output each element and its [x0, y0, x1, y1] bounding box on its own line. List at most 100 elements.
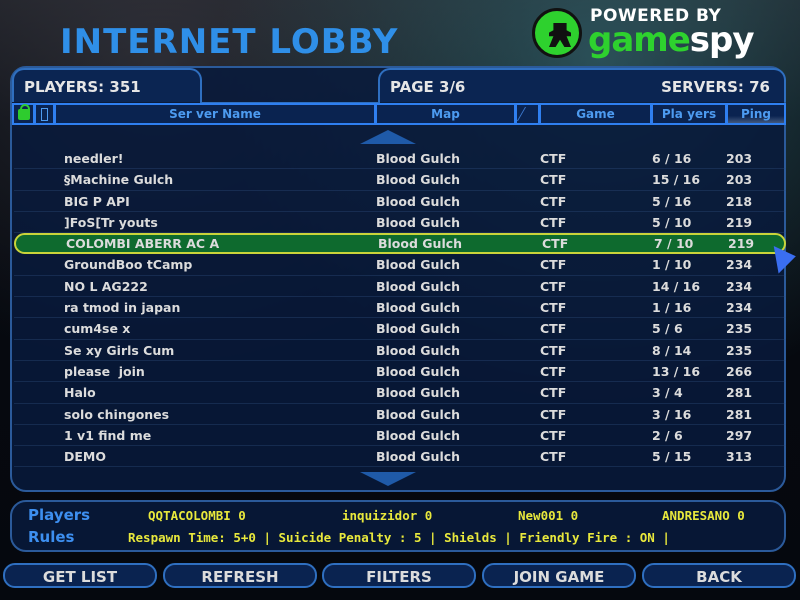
- join-game-button[interactable]: JOIN GAME: [482, 563, 636, 588]
- column-server-name[interactable]: Ser ver Name: [56, 105, 377, 123]
- back-button[interactable]: BACK: [642, 563, 796, 588]
- player-entry: New001 0: [518, 508, 579, 523]
- server-row[interactable]: NO L AG222 Blood Gulch CTF 14 / 16 234: [14, 276, 786, 298]
- slash-icon: [516, 107, 539, 121]
- server-ping: 234: [726, 257, 753, 273]
- refresh-button[interactable]: REFRESH: [163, 563, 317, 588]
- server-ping: 235: [726, 321, 753, 337]
- server-game: CTF: [540, 321, 567, 337]
- server-ping: 281: [726, 406, 753, 422]
- server-map: Blood Gulch: [378, 236, 463, 252]
- server-name: GroundBoo tCamp: [64, 257, 193, 273]
- server-map: Blood Gulch: [376, 385, 461, 401]
- filters-button[interactable]: FILTERS: [322, 563, 476, 588]
- server-map: Blood Gulch: [376, 363, 461, 379]
- server-game: CTF: [542, 236, 569, 252]
- page-indicator-bar: PAGE 3/6 SERVERS: 76: [378, 68, 786, 102]
- server-players: 5 / 6: [652, 321, 683, 337]
- server-row[interactable]: cum4se x Blood Gulch CTF 5 / 6 235: [14, 318, 786, 340]
- server-players: 3 / 4: [652, 385, 683, 401]
- column-ping[interactable]: Ping: [728, 105, 784, 123]
- server-ping: 219: [728, 236, 755, 252]
- server-name: ra tmod in japan: [64, 300, 181, 316]
- server-row[interactable]: BIG P API Blood Gulch CTF 5 / 16 218: [14, 191, 786, 212]
- server-game: CTF: [540, 257, 567, 273]
- server-row[interactable]: Se xy Girls Cum Blood Gulch CTF 8 / 14 235: [14, 340, 786, 361]
- server-info-panel: Players Rules QQTACOLOMBI 0 inquizidor 0…: [10, 500, 786, 552]
- server-map: Blood Gulch: [376, 193, 461, 209]
- server-row[interactable]: needler! Blood Gulch CTF 6 / 16 203: [14, 148, 786, 170]
- gamespy-logo-icon: [532, 8, 582, 58]
- server-map: Blood Gulch: [376, 172, 461, 188]
- server-ping: 235: [726, 342, 753, 358]
- server-players: 8 / 14: [652, 342, 692, 358]
- server-game: CTF: [540, 406, 567, 422]
- server-map: Blood Gulch: [376, 278, 461, 294]
- server-row-selected[interactable]: COLOMBI ABERR AC A Blood Gulch CTF 7 / 10 21…: [14, 233, 786, 255]
- rules-text: Respawn Time: 5+0 | Suicide Penalty : 5 …: [128, 530, 670, 545]
- column-headers: Ser ver Name Map Game Pla yers Ping: [12, 103, 786, 125]
- server-ping: 203: [726, 151, 753, 166]
- column-map[interactable]: Map: [377, 105, 517, 123]
- server-players: 15 / 16: [652, 172, 701, 188]
- server-game: CTF: [540, 193, 567, 209]
- column-players[interactable]: Pla yers: [653, 105, 728, 123]
- server-row[interactable]: ]FoS[Tr youts Blood Gulch CTF 5 / 10 219: [14, 212, 786, 234]
- column-game[interactable]: Game: [541, 105, 653, 123]
- server-map: Blood Gulch: [376, 449, 461, 465]
- server-row[interactable]: ra tmod in japan Blood Gulch CTF 1 / 16 234: [14, 297, 786, 319]
- server-ping: 219: [726, 214, 753, 230]
- server-game: CTF: [540, 385, 567, 401]
- scroll-up-arrow[interactable]: [360, 130, 416, 144]
- server-row[interactable]: 1 v1 find me Blood Gulch CTF 2 / 6 297: [14, 425, 786, 447]
- server-players: 5 / 10: [652, 214, 692, 230]
- phone-icon: [41, 107, 48, 121]
- page-indicator: PAGE 3/6: [390, 78, 466, 96]
- server-players: 14 / 16: [652, 278, 701, 294]
- server-map: Blood Gulch: [376, 321, 461, 337]
- server-name: §Machine Gulch: [64, 172, 174, 188]
- server-name: NO L AG222: [64, 278, 148, 294]
- server-name: solo chingones: [64, 406, 170, 422]
- server-players: 2 / 6: [652, 427, 683, 443]
- get-list-button[interactable]: GET LIST: [3, 563, 157, 588]
- server-players: 1 / 16: [652, 300, 692, 316]
- players-count: PLAYERS: 351: [12, 68, 202, 102]
- server-game: CTF: [540, 449, 567, 465]
- server-players: 3 / 16: [652, 406, 692, 422]
- server-ping: 266: [726, 363, 753, 379]
- server-game: CTF: [540, 151, 567, 166]
- column-dedicated[interactable]: [36, 105, 56, 123]
- column-lock[interactable]: [14, 103, 36, 123]
- server-ping: 281: [726, 385, 753, 401]
- server-name: ]FoS[Tr youts: [64, 214, 158, 230]
- scroll-down-arrow[interactable]: [360, 472, 416, 486]
- server-row[interactable]: GroundBoo tCamp Blood Gulch CTF 1 / 10 234: [14, 254, 786, 276]
- server-name: please join: [64, 363, 145, 379]
- page-title: INTERNET LOBBY: [60, 22, 399, 62]
- server-name: 1 v1 find me: [64, 427, 152, 443]
- server-game: CTF: [540, 300, 567, 316]
- server-ping: 234: [726, 278, 753, 294]
- server-game: CTF: [540, 427, 567, 443]
- server-row[interactable]: solo chingones Blood Gulch CTF 3 / 16 281: [14, 404, 786, 425]
- server-players: 13 / 16: [652, 363, 701, 379]
- server-list: needler! Blood Gulch CTF 6 / 16 203 §Machine …: [14, 148, 786, 468]
- server-row[interactable]: Halo Blood Gulch CTF 3 / 4 281: [14, 382, 786, 404]
- player-entry: inquizidor 0: [342, 508, 433, 523]
- server-row[interactable]: please join Blood Gulch CTF 13 / 16 266: [14, 361, 786, 383]
- gamespy-logo: POWERED BY gamespy: [530, 6, 770, 60]
- server-ping: 234: [726, 300, 753, 316]
- servers-count: SERVERS: 76: [661, 78, 770, 96]
- server-players: 5 / 16: [652, 193, 692, 209]
- server-row[interactable]: §Machine Gulch Blood Gulch CTF 15 / 16 203: [14, 169, 786, 191]
- column-mod[interactable]: [516, 105, 541, 123]
- server-players: 1 / 10: [652, 257, 692, 273]
- rules-label: Rules: [28, 528, 75, 546]
- server-row[interactable]: DEMO Blood Gulch CTF 5 / 15 313: [14, 446, 786, 468]
- server-game: CTF: [540, 363, 567, 379]
- player-entry: ANDRESANO 0: [662, 508, 745, 523]
- server-map: Blood Gulch: [376, 427, 461, 443]
- player-entry: QQTACOLOMBI 0: [148, 508, 246, 523]
- server-map: Blood Gulch: [376, 300, 461, 316]
